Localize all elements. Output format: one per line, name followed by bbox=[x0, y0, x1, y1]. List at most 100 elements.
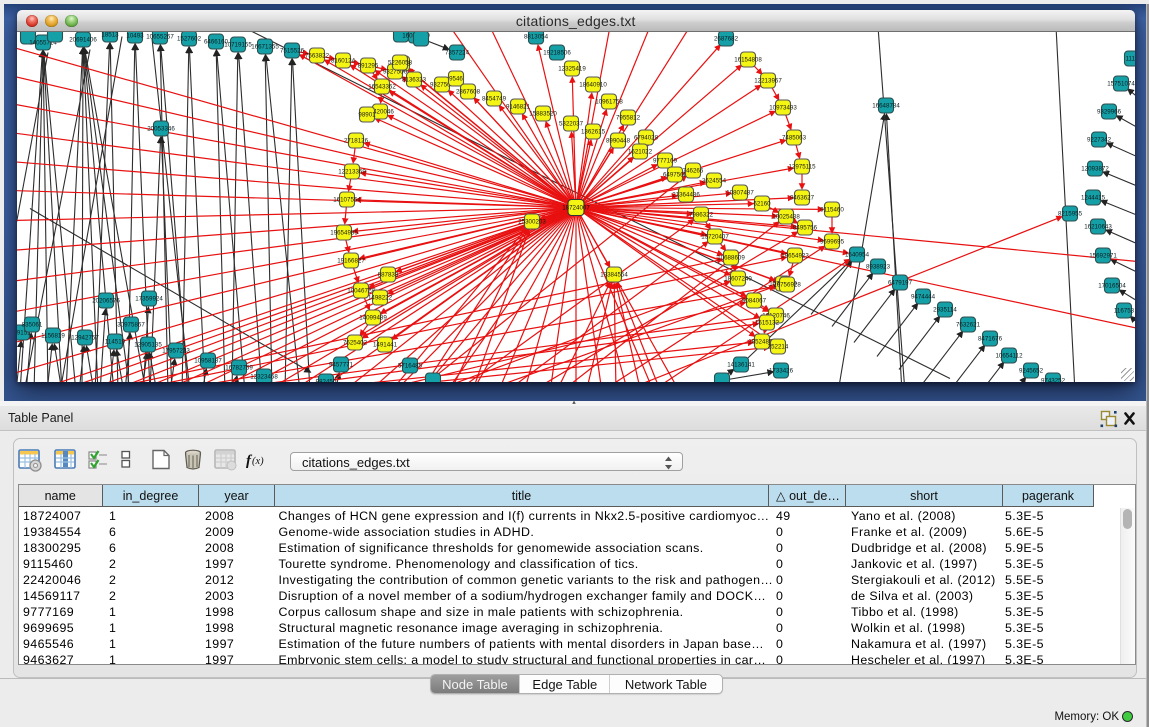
svg-text:12942757: 12942757 bbox=[71, 334, 99, 341]
svg-text:8136323: 8136323 bbox=[402, 76, 427, 83]
svg-text:114519: 114519 bbox=[105, 338, 126, 345]
svg-text:9457771: 9457771 bbox=[329, 361, 354, 368]
svg-text:1244415: 1244415 bbox=[1081, 194, 1106, 201]
svg-text:10655267: 10655267 bbox=[146, 33, 174, 40]
svg-text:5322037: 5322037 bbox=[559, 120, 584, 127]
svg-text:9115460: 9115460 bbox=[820, 206, 844, 213]
svg-text:10688609: 10688609 bbox=[717, 254, 745, 261]
svg-text:7563822: 7563822 bbox=[305, 52, 330, 59]
svg-text:7986322: 7986322 bbox=[689, 211, 714, 218]
svg-text:18513: 18513 bbox=[101, 32, 119, 39]
svg-text:30975867: 30975867 bbox=[117, 321, 145, 328]
svg-text:10961758: 10961758 bbox=[595, 98, 623, 105]
svg-text:20206576: 20206576 bbox=[92, 297, 120, 304]
svg-text:15692971: 15692971 bbox=[1089, 252, 1117, 259]
svg-text:7955812: 7955812 bbox=[616, 114, 641, 121]
svg-text:17957223: 17957223 bbox=[162, 347, 190, 354]
svg-text:12093872: 12093872 bbox=[1081, 165, 1109, 172]
svg-text:1621022: 1621022 bbox=[628, 148, 653, 155]
svg-text:17016504: 17016504 bbox=[1098, 282, 1126, 289]
svg-text:12905135: 12905135 bbox=[134, 341, 162, 348]
svg-text:9743252: 9743252 bbox=[1041, 377, 1066, 381]
svg-text:12323468: 12323468 bbox=[250, 373, 278, 380]
svg-text:7485063: 7485063 bbox=[782, 134, 807, 141]
svg-text:1527602: 1527602 bbox=[177, 35, 202, 42]
svg-text:887833: 887833 bbox=[378, 271, 399, 278]
svg-text:9245652: 9245652 bbox=[1019, 367, 1044, 374]
svg-text:15751074: 15751074 bbox=[1107, 80, 1134, 87]
svg-text:19654985: 19654985 bbox=[330, 229, 358, 236]
svg-text:8471676: 8471676 bbox=[978, 335, 1003, 342]
svg-text:19654923: 19654923 bbox=[781, 252, 809, 259]
svg-text:16107554: 16107554 bbox=[333, 196, 361, 203]
svg-text:6794028: 6794028 bbox=[634, 134, 659, 141]
svg-text:10719155: 10719155 bbox=[224, 41, 252, 48]
svg-text:18724007: 18724007 bbox=[562, 204, 590, 211]
svg-text:8495756: 8495756 bbox=[793, 224, 818, 231]
svg-text:10958187: 10958187 bbox=[194, 357, 222, 364]
svg-text:2687682: 2687682 bbox=[714, 35, 739, 42]
svg-text:12213967: 12213967 bbox=[754, 77, 782, 84]
svg-text:9329966: 9329966 bbox=[1097, 108, 1122, 115]
svg-text:18607249: 18607249 bbox=[724, 275, 752, 282]
svg-text:12325419: 12325419 bbox=[558, 65, 586, 72]
svg-text:1498222: 1498222 bbox=[368, 294, 393, 301]
svg-text:1733426: 1733426 bbox=[769, 367, 794, 374]
svg-text:16648784: 16648784 bbox=[872, 102, 900, 109]
svg-text:7357224: 7357224 bbox=[445, 49, 470, 56]
svg-text:19384554: 19384554 bbox=[600, 271, 628, 278]
svg-text:62160: 62160 bbox=[753, 200, 771, 207]
svg-text:16210643: 16210643 bbox=[1084, 223, 1112, 230]
svg-text:15720407: 15720407 bbox=[701, 233, 729, 240]
svg-text:5716485: 5716485 bbox=[398, 362, 423, 369]
svg-text:7515526: 7515526 bbox=[280, 47, 305, 54]
svg-text:9463627: 9463627 bbox=[790, 194, 815, 201]
svg-text:9084067: 9084067 bbox=[742, 297, 767, 304]
svg-text:8990448: 8990448 bbox=[606, 137, 631, 144]
svg-text:5226058: 5226058 bbox=[388, 59, 413, 66]
svg-text:9777169: 9777169 bbox=[653, 157, 678, 164]
svg-text:16671355: 16671355 bbox=[251, 43, 279, 50]
svg-text:8160124: 8160124 bbox=[331, 57, 356, 64]
svg-text:8938923: 8938923 bbox=[866, 263, 891, 270]
svg-text:16543362: 16543362 bbox=[368, 83, 396, 90]
svg-text:17359924: 17359924 bbox=[135, 295, 163, 302]
svg-text:20053346: 20053346 bbox=[147, 125, 175, 132]
svg-text:9546: 9546 bbox=[449, 75, 463, 82]
svg-text:10493: 10493 bbox=[126, 32, 144, 39]
svg-text:14099489: 14099489 bbox=[359, 314, 387, 321]
svg-text:12213369: 12213369 bbox=[338, 168, 366, 175]
svg-text:2935114: 2935114 bbox=[933, 306, 957, 313]
svg-text:891295: 891295 bbox=[358, 62, 379, 69]
svg-text:10807487: 10807487 bbox=[726, 189, 754, 196]
svg-text:9146821: 9146821 bbox=[506, 103, 531, 110]
svg-text:1156819: 1156819 bbox=[41, 332, 65, 339]
svg-text:3624554: 3624554 bbox=[702, 177, 727, 184]
svg-text:16782759: 16782759 bbox=[225, 364, 253, 371]
svg-text:(x): (x) bbox=[252, 456, 264, 467]
svg-text:7625402: 7625402 bbox=[343, 339, 368, 346]
svg-text:7632621: 7632621 bbox=[956, 321, 981, 328]
svg-text:10046728: 10046728 bbox=[347, 287, 375, 294]
svg-text:15883520: 15883520 bbox=[529, 110, 557, 117]
svg-text:8215955: 8215955 bbox=[1058, 210, 1083, 217]
svg-text:1615132: 1615132 bbox=[755, 319, 780, 326]
svg-text:8813054: 8813054 bbox=[524, 33, 549, 40]
svg-text:9227342: 9227342 bbox=[1087, 136, 1112, 143]
svg-text:19218506: 19218506 bbox=[543, 49, 571, 56]
svg-text:9699695: 9699695 bbox=[820, 238, 845, 245]
svg-text:19166827: 19166827 bbox=[337, 257, 365, 264]
svg-text:10973493: 10973493 bbox=[769, 104, 797, 111]
svg-text:21364436: 21364436 bbox=[672, 191, 700, 198]
svg-text:1491441: 1491441 bbox=[373, 341, 398, 348]
svg-text:1117: 1117 bbox=[1126, 55, 1135, 62]
svg-text:12975115: 12975115 bbox=[788, 163, 816, 170]
svg-text:982450: 982450 bbox=[316, 378, 337, 381]
svg-text:1640954: 1640954 bbox=[845, 251, 870, 258]
svg-text:6479197: 6479197 bbox=[888, 279, 913, 286]
svg-text:8454749: 8454749 bbox=[482, 95, 507, 102]
svg-text:1362615: 1362615 bbox=[581, 128, 606, 135]
svg-text:2867608: 2867608 bbox=[456, 88, 481, 95]
svg-text:20691406: 20691406 bbox=[69, 36, 97, 43]
svg-text:9474444: 9474444 bbox=[911, 293, 936, 300]
